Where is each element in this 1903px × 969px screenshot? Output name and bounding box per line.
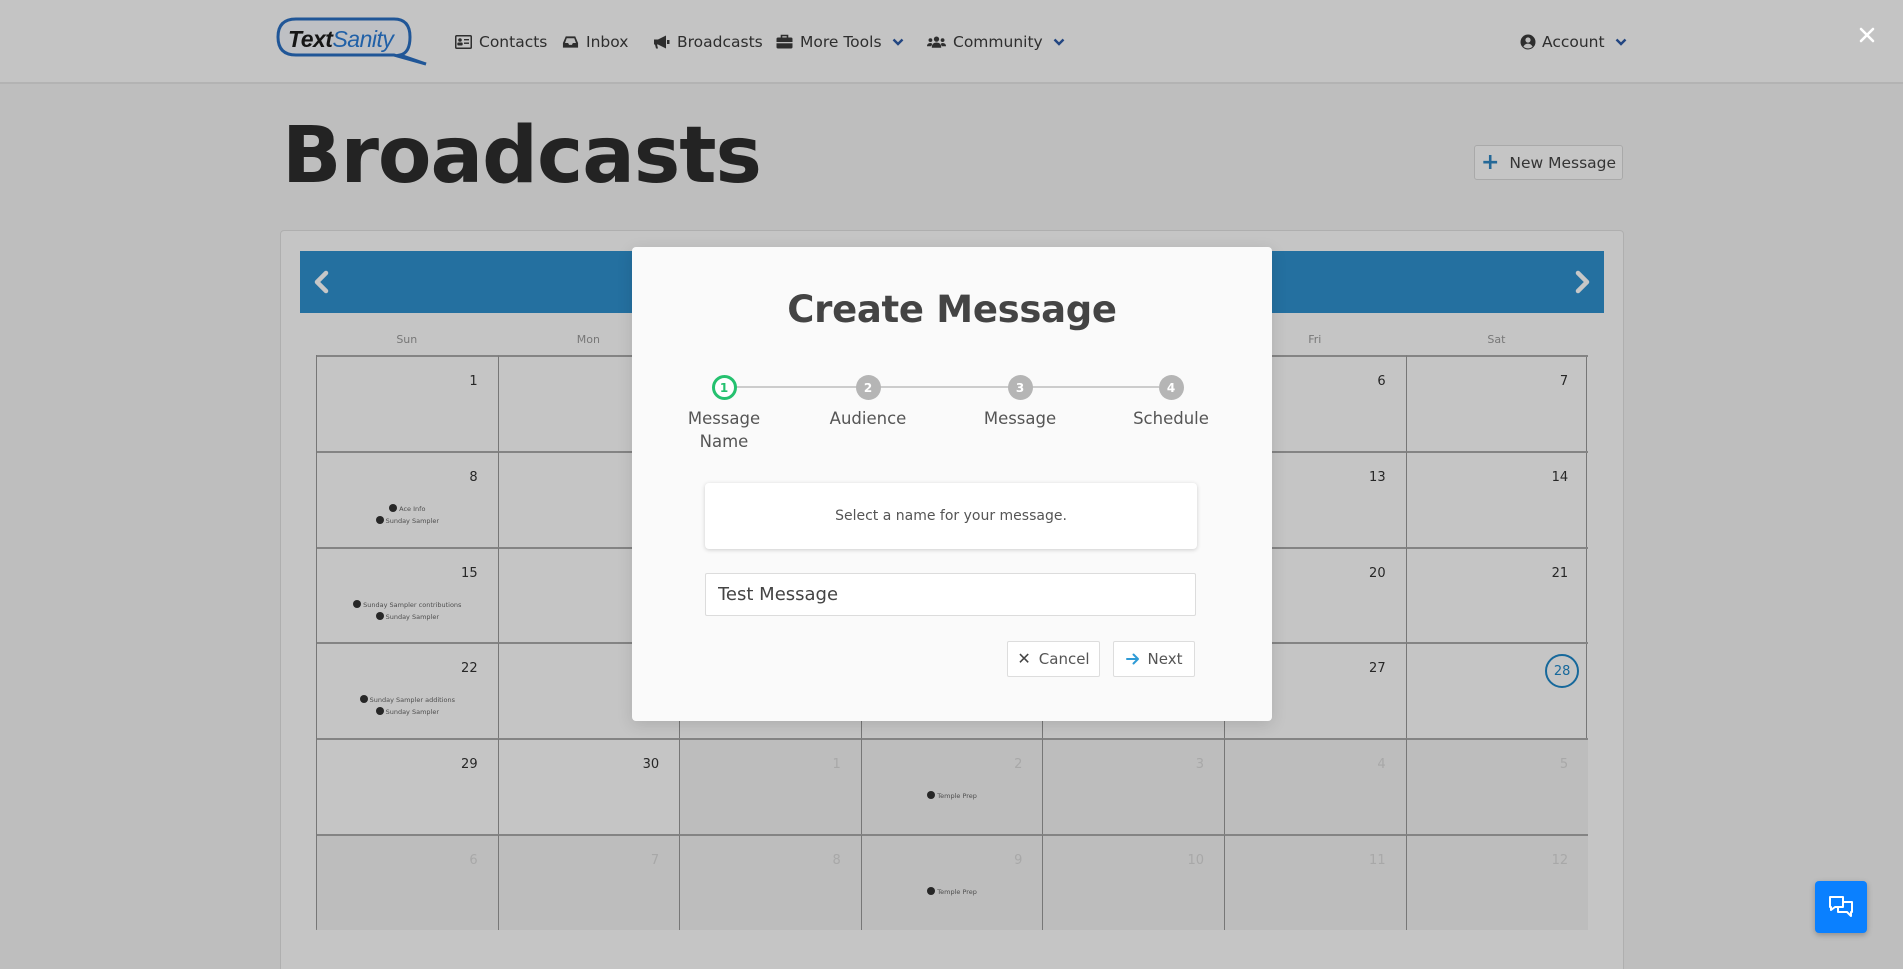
step-number: 4: [1158, 375, 1184, 400]
step-number: 2: [855, 375, 881, 400]
step-message: 3 Message: [960, 375, 1080, 430]
step-label: Audience: [829, 409, 907, 428]
step-number: 3: [1007, 375, 1033, 400]
step-label: Message Name: [687, 409, 761, 451]
chat-widget-button[interactable]: [1815, 881, 1867, 933]
step-label: Schedule: [1133, 409, 1209, 428]
arrow-right-icon: [1125, 653, 1139, 665]
wizard-stepper: 1 Message Name 2 Audience 3 Message 4 Sc…: [632, 375, 1272, 455]
step-audience: 2 Audience: [808, 375, 928, 430]
x-icon: ✕: [1017, 649, 1031, 668]
step-number: 1: [711, 375, 737, 400]
create-message-modal: Create Message 1 Message Name 2 Audience…: [632, 247, 1272, 721]
step-label: Message: [983, 409, 1057, 428]
chat-bubbles-icon: [1829, 896, 1853, 917]
next-button[interactable]: Next: [1113, 641, 1195, 677]
step-schedule: 4 Schedule: [1111, 375, 1231, 430]
instruction-text: Select a name for your message.: [835, 508, 1067, 524]
instruction-box: Select a name for your message.: [705, 483, 1197, 549]
modal-title: Create Message: [787, 288, 1117, 331]
step-message-name: 1 Message Name: [664, 375, 784, 453]
cancel-label: Cancel: [1038, 650, 1090, 668]
message-name-input[interactable]: [705, 573, 1196, 616]
close-icon[interactable]: [1857, 25, 1877, 45]
cancel-button[interactable]: ✕ Cancel: [1007, 641, 1100, 677]
next-label: Next: [1147, 650, 1183, 668]
